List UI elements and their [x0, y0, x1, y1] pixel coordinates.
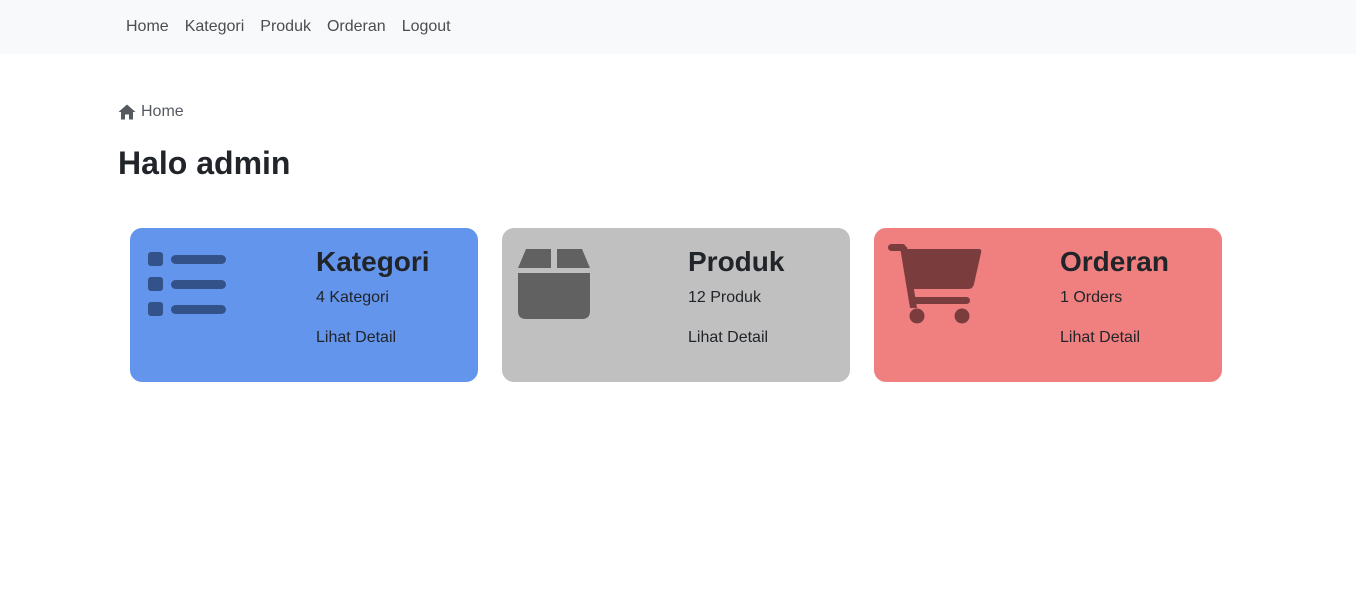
orderan-card: Orderan 1 Orders Lihat Detail: [874, 228, 1222, 382]
breadcrumb: Home: [118, 103, 184, 121]
home-icon: [118, 104, 141, 120]
breadcrumb-home-label[interactable]: Home: [141, 103, 184, 121]
kategori-card-title: Kategori: [316, 246, 430, 277]
produk-card-count: 12 Produk: [688, 289, 761, 306]
cart-icon: [888, 242, 982, 331]
kategori-detail-link[interactable]: Lihat Detail: [316, 328, 396, 348]
box-icon: [518, 249, 590, 324]
page-title: Halo admin: [118, 145, 291, 181]
produk-detail-link[interactable]: Lihat Detail: [688, 328, 768, 348]
nav-logout-link[interactable]: Logout: [394, 0, 459, 54]
produk-card: Produk 12 Produk Lihat Detail: [502, 228, 850, 382]
nav-produk-link[interactable]: Produk: [252, 0, 319, 54]
kategori-card: Kategori 4 Kategori Lihat Detail: [130, 228, 478, 382]
nav-orderan-link[interactable]: Orderan: [319, 0, 394, 54]
nav-home-link[interactable]: Home: [118, 0, 177, 54]
list-icon: [148, 252, 228, 321]
navbar: Home Kategori Produk Orderan Logout: [0, 0, 1356, 54]
nav-kategori-link[interactable]: Kategori: [177, 0, 253, 54]
orderan-detail-link[interactable]: Lihat Detail: [1060, 328, 1140, 348]
nav-links: Home Kategori Produk Orderan Logout: [118, 0, 459, 54]
orderan-card-count: 1 Orders: [1060, 289, 1123, 306]
produk-card-title: Produk: [688, 246, 785, 277]
kategori-card-count: 4 Kategori: [316, 289, 389, 306]
orderan-card-title: Orderan: [1060, 246, 1169, 277]
